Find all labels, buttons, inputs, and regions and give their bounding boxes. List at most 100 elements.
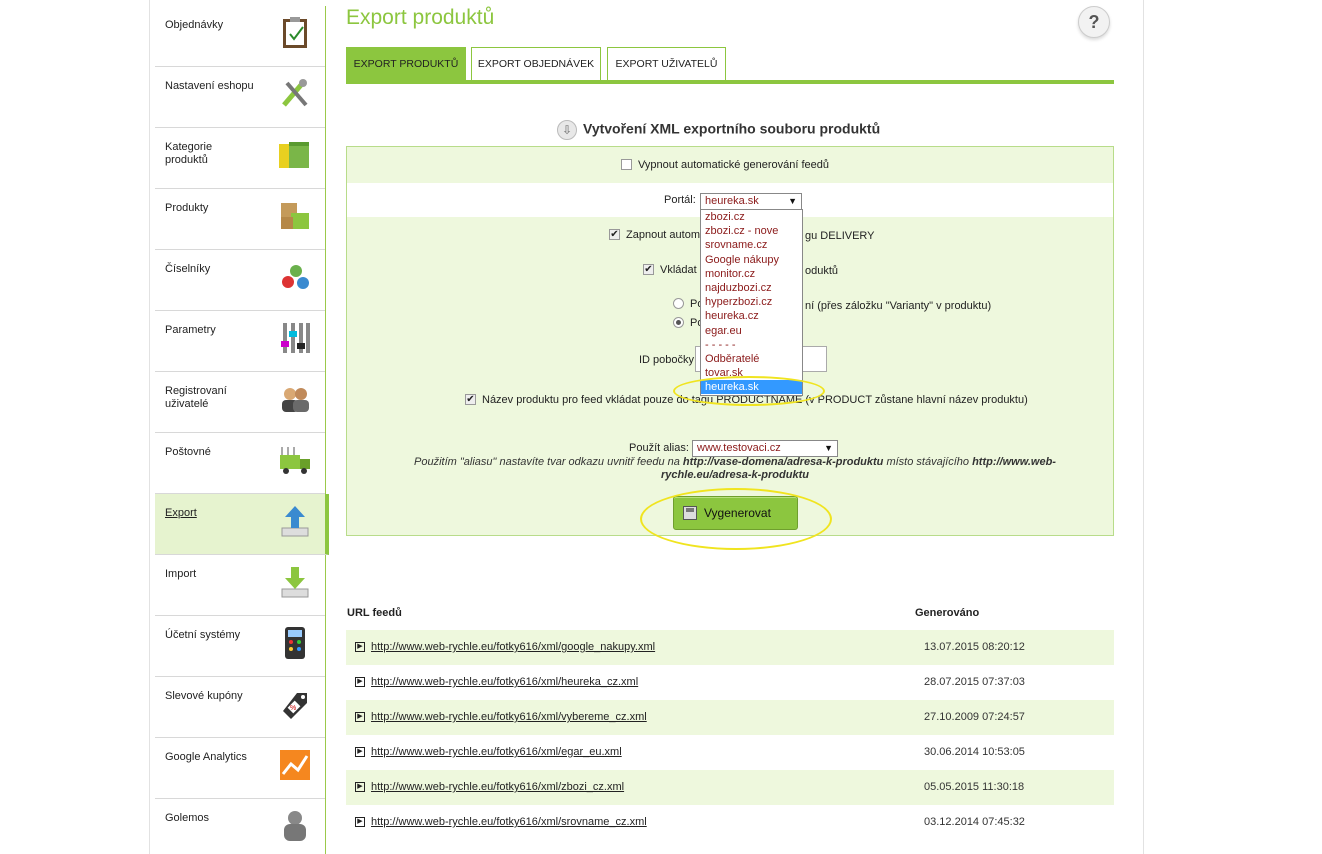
feed-url-link[interactable]: http://www.web-rychle.eu/fotky616/xml/zb…	[371, 781, 624, 793]
table-row: ▶ http://www.web-rychle.eu/fotky616/xml/…	[346, 735, 1114, 770]
dropdown-option[interactable]: zbozi.cz	[701, 210, 802, 224]
dropdown-option-selected[interactable]: heureka.sk	[701, 380, 802, 395]
dropdown-option[interactable]: Google nákupy	[701, 253, 802, 267]
alias-label: Použít alias:	[629, 442, 689, 454]
tab-export-products[interactable]: EXPORT PRODUKTŮ	[346, 47, 466, 80]
dropdown-option[interactable]: hyperzbozi.cz	[701, 295, 802, 309]
sidebar-item-label: Číselníky	[165, 263, 211, 275]
sidebar-item-google-analytics[interactable]: Google Analytics	[155, 738, 325, 799]
tab-export-users[interactable]: EXPORT UŽIVATELŮ	[607, 47, 726, 80]
delivery-row: ✔ Zapnout autom	[609, 228, 700, 241]
alias-note-mid: místo stávajícího	[883, 456, 973, 468]
dropdown-option[interactable]: zbozi.cz - nove	[701, 224, 802, 238]
feed-url-link[interactable]: http://www.web-rychle.eu/fotky616/xml/go…	[371, 641, 655, 653]
dropdown-separator: - - - - -	[705, 338, 736, 351]
tabs-underline	[346, 80, 1114, 84]
column-header-generated: Generováno	[915, 607, 980, 619]
sidebar-item-import[interactable]: Import	[155, 555, 325, 616]
sidebar-item-label: Účetní systémy	[165, 629, 241, 641]
radio-1[interactable]	[673, 297, 684, 309]
generated-date: 05.05.2015 11:30:18	[924, 781, 1025, 793]
sidebar-item-accounting[interactable]: Účetní systémy	[155, 616, 325, 677]
column-header-url: URL feedů	[347, 607, 402, 619]
clipboard-icon	[279, 16, 311, 50]
sidebar-item-registered-users[interactable]: Registrovaní uživatelé	[155, 372, 325, 433]
alias-note-link1: http://vase-domena/adresa-k-produktu	[682, 456, 884, 468]
productname-checkbox[interactable]: ✔	[465, 393, 476, 405]
upload-icon	[279, 504, 311, 538]
alias-select[interactable]: www.testovaci.cz ▼	[692, 440, 838, 457]
dropdown-option[interactable]: tovar.sk	[701, 366, 802, 380]
disable-auto-row: Vypnout automatické generování feedů	[621, 158, 829, 171]
link-arrow-icon: ▶	[355, 712, 365, 722]
sidebar: Objednávky Nastavení eshopu Kategorie pr…	[155, 6, 329, 854]
sidebar-item-label: Slevové kupóny	[165, 690, 243, 702]
discount-tag-icon: %	[279, 687, 311, 721]
users-icon	[279, 382, 311, 416]
sliders-icon	[279, 321, 311, 355]
feed-url-link[interactable]: http://www.web-rychle.eu/fotky616/xml/he…	[371, 676, 638, 688]
sidebar-item-coupons[interactable]: Slevové kupóny %	[155, 677, 325, 738]
table-row: ▶ http://www.web-rychle.eu/fotky616/xml/…	[346, 665, 1114, 700]
help-icon[interactable]: ?	[1078, 6, 1110, 38]
portal-select[interactable]: heureka.sk ▼	[700, 193, 802, 210]
dropdown-option[interactable]: egar.eu	[701, 324, 802, 338]
generated-date: 30.06.2014 10:53:05	[924, 746, 1025, 758]
table-row: ▶ http://www.web-rychle.eu/fotky616/xml/…	[346, 700, 1114, 735]
sidebar-item-parameters[interactable]: Parametry	[155, 311, 325, 372]
feed-url-link[interactable]: http://www.web-rychle.eu/fotky616/xml/vy…	[371, 711, 647, 723]
delivery-label-right: gu DELIVERY	[805, 230, 875, 242]
sidebar-item-label: Nastavení eshopu	[165, 80, 254, 92]
insert-label-right: oduktů	[805, 265, 839, 277]
tab-export-orders[interactable]: EXPORT OBJEDNÁVEK	[471, 47, 601, 80]
dropdown-option[interactable]: Odběratelé	[701, 352, 802, 366]
link-arrow-icon: ▶	[355, 782, 365, 792]
generated-date: 03.12.2014 07:45:32	[924, 816, 1025, 828]
analytics-icon	[279, 748, 311, 782]
dropdown-option[interactable]: najduzbozi.cz	[701, 281, 802, 295]
insert-checkbox[interactable]: ✔	[643, 263, 654, 275]
sidebar-item-shipping[interactable]: Poštovné	[155, 433, 325, 494]
sidebar-item-label: Export	[165, 507, 197, 519]
arrow-down-icon: ⇩	[557, 120, 577, 140]
sidebar-item-products[interactable]: Produkty	[155, 189, 325, 250]
calculator-icon	[279, 626, 311, 660]
sidebar-item-label: Import	[165, 568, 197, 580]
delivery-checkbox[interactable]: ✔	[609, 228, 620, 240]
dropdown-option[interactable]: monitor.cz	[701, 267, 802, 281]
page-title: Export produktů	[346, 6, 495, 29]
sidebar-item-eshop-settings[interactable]: Nastavení eshopu	[155, 67, 325, 128]
dropdown-option[interactable]: heureka.cz	[701, 309, 802, 323]
sidebar-item-orders[interactable]: Objednávky	[155, 6, 325, 67]
link-arrow-icon: ▶	[355, 817, 365, 827]
insert-row: ✔ Vkládat	[643, 263, 697, 276]
radio1-row: Po	[673, 297, 703, 310]
golem-icon	[279, 809, 311, 843]
dropdown-option[interactable]: srovname.cz	[701, 238, 802, 252]
alias-note: Použitím "aliasu" nastavíte tvar odkazu …	[380, 456, 1090, 482]
tools-icon	[279, 77, 311, 111]
feed-url-link[interactable]: http://www.web-rychle.eu/fotky616/xml/eg…	[371, 746, 622, 758]
radio2-row: Po	[673, 316, 703, 329]
sidebar-item-golemos[interactable]: Golemos	[155, 799, 325, 854]
link-arrow-icon: ▶	[355, 747, 365, 757]
sidebar-item-categories[interactable]: Kategorie produktů	[155, 128, 325, 189]
table-row: ▶ http://www.web-rychle.eu/fotky616/xml/…	[346, 770, 1114, 805]
alias-select-value: www.testovaci.cz	[697, 442, 781, 454]
radio1-label-right: ní (přes záložku "Varianty" v produktu)	[805, 300, 992, 312]
sidebar-item-export[interactable]: Export	[155, 494, 329, 555]
generated-date: 27.10.2009 07:24:57	[924, 711, 1025, 723]
sidebar-item-label: Poštovné	[165, 446, 211, 458]
sidebar-item-label: Produkty	[165, 202, 209, 214]
sidebar-item-codelists[interactable]: Číselníky	[155, 250, 325, 311]
generate-button[interactable]: Vygenerovat	[673, 496, 798, 530]
feed-url-link[interactable]: http://www.web-rychle.eu/fotky616/xml/sr…	[371, 816, 647, 828]
link-arrow-icon: ▶	[355, 677, 365, 687]
portal-dropdown-list[interactable]: zbozi.cz zbozi.cz - nove srovname.cz Goo…	[700, 209, 803, 396]
radio-2[interactable]	[673, 316, 684, 328]
sidebar-item-label: Parametry	[165, 324, 216, 336]
table-row: ▶ http://www.web-rychle.eu/fotky616/xml/…	[346, 805, 1114, 840]
link-arrow-icon: ▶	[355, 642, 365, 652]
floppy-disk-icon	[683, 506, 697, 520]
disable-auto-checkbox[interactable]	[621, 158, 632, 170]
